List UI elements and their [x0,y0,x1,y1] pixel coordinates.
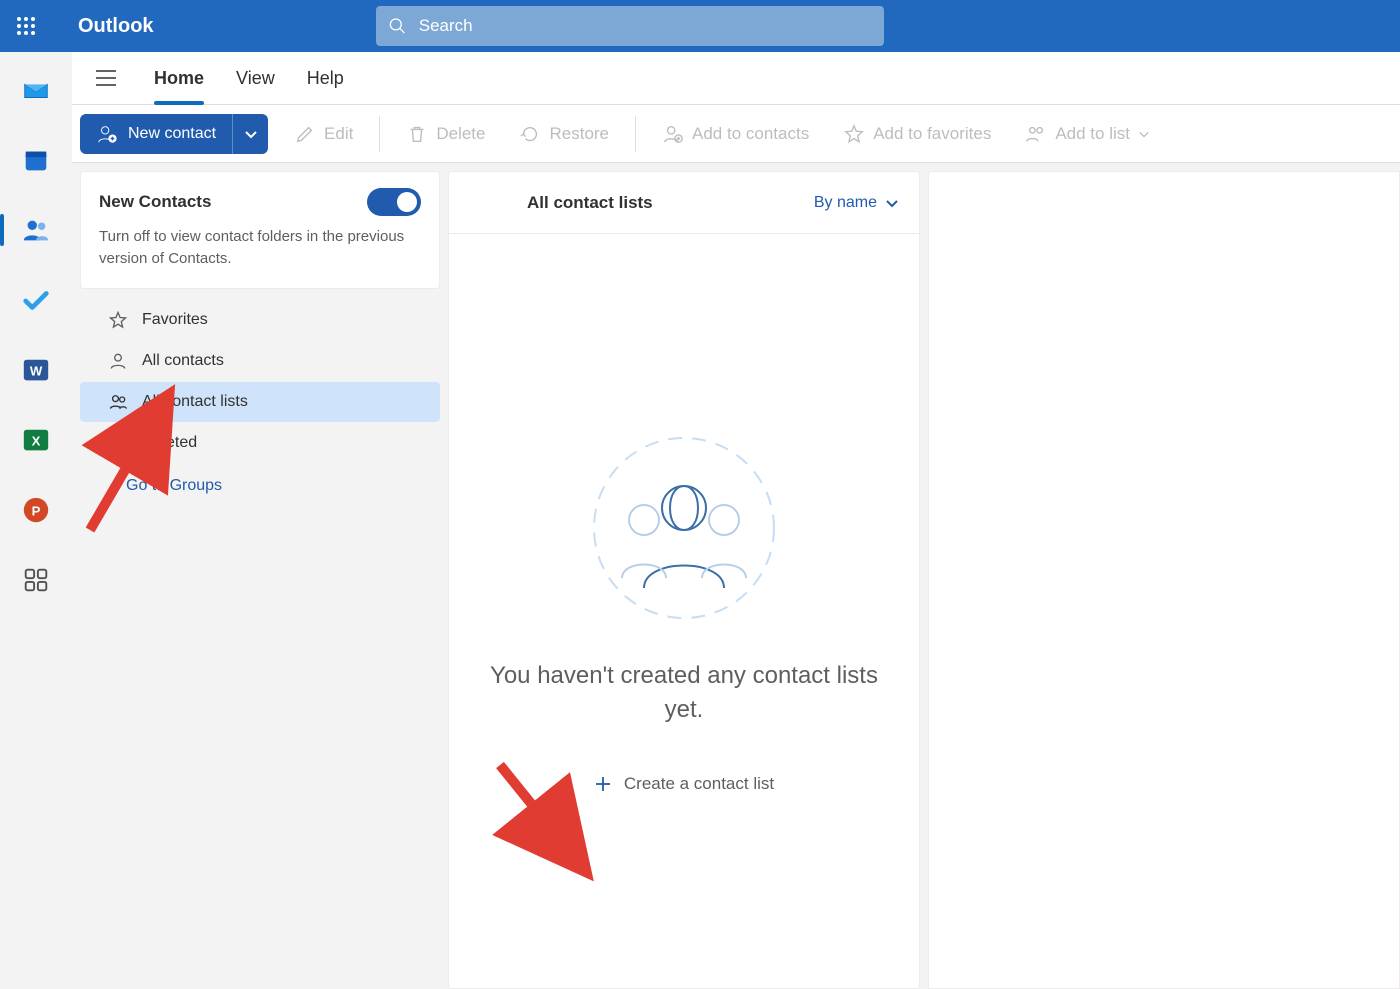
new-contact-dropdown[interactable] [232,114,268,154]
toolbar-separator [635,116,636,152]
chevron-down-icon [885,196,899,210]
app-header: Outlook [0,0,1400,52]
add-to-contacts-button[interactable]: Add to contacts [654,117,817,151]
toolbar-separator [379,116,380,152]
hamburger-icon [95,69,117,87]
nav-label: Favorites [142,311,208,329]
rail-people[interactable] [16,210,56,250]
plus-icon [594,775,612,793]
go-to-groups-link[interactable]: Go to Groups [80,469,440,495]
people-add-icon [1025,123,1047,145]
new-contacts-description: Turn off to view contact folders in the … [99,226,421,270]
panels-row: New Contacts Turn off to view contact fo… [72,163,1400,989]
rail-word[interactable]: W [16,350,56,390]
new-contact-split-button: New contact [80,114,268,154]
app-rail: W X P [0,52,72,989]
add-to-list-button[interactable]: Add to list [1017,117,1158,151]
people-icon [108,392,128,412]
person-icon [108,351,128,371]
tab-home[interactable]: Home [154,62,204,95]
mail-icon [21,75,51,105]
add-to-favorites-button[interactable]: Add to favorites [835,117,999,151]
edit-button[interactable]: Edit [286,117,361,151]
search-input[interactable] [419,16,872,36]
list-header: All contact lists By name [449,172,919,234]
app-title: Outlook [78,15,154,38]
svg-text:X: X [32,434,41,449]
contact-list-panel: All contact lists By name [448,171,920,989]
star-icon [108,310,128,330]
todo-icon [21,285,51,315]
restore-icon [519,123,541,145]
nav-label: Deleted [142,434,197,452]
excel-icon: X [21,425,51,455]
rail-excel[interactable]: X [16,420,56,460]
search-icon [388,16,407,36]
menubar: Home View Help [72,52,1400,105]
word-icon: W [21,355,51,385]
delete-button[interactable]: Delete [398,117,493,151]
rail-mail[interactable] [16,70,56,110]
new-contact-label: New contact [128,125,216,143]
detail-panel [928,171,1400,989]
folder-list: Favorites All contacts All contact lists… [80,299,440,495]
nav-all-contact-lists[interactable]: All contact lists [80,382,440,422]
content-area: Home View Help New contact Edit [72,52,1400,989]
create-contact-list-button[interactable]: Create a contact list [594,774,774,794]
new-contacts-title: New Contacts [99,192,211,212]
nav-toggle-button[interactable] [90,62,122,94]
nav-all-contacts[interactable]: All contacts [80,341,440,381]
star-icon [843,123,865,145]
person-add-icon [96,123,118,145]
nav-label: All contact lists [142,393,248,411]
chevron-down-icon [244,127,258,141]
search-box[interactable] [376,6,884,46]
main-shell: W X P Home View Help New contact [0,52,1400,989]
restore-button[interactable]: Restore [511,117,617,151]
nav-deleted[interactable]: Deleted [80,423,440,463]
list-title: All contact lists [527,193,653,213]
trash-icon [406,123,428,145]
svg-text:W: W [30,364,43,379]
calendar-icon [21,145,51,175]
nav-favorites[interactable]: Favorites [80,300,440,340]
tab-view[interactable]: View [236,62,275,95]
empty-state: You haven't created any contact lists ye… [449,234,919,988]
rail-more-apps[interactable] [16,560,56,600]
more-apps-icon [21,565,51,595]
trash-icon [108,433,128,453]
app-launcher-button[interactable] [0,0,52,52]
sort-dropdown[interactable]: By name [814,194,899,212]
toolbar: New contact Edit Delete Restore [72,105,1400,163]
empty-illustration [584,428,784,631]
chevron-down-icon [1138,128,1150,140]
new-contacts-card: New Contacts Turn off to view contact fo… [80,171,440,289]
nav-label: All contacts [142,352,224,370]
tab-help[interactable]: Help [307,62,344,95]
new-contacts-toggle[interactable] [367,188,421,216]
waffle-icon [17,17,35,35]
rail-calendar[interactable] [16,140,56,180]
folder-nav-panel: New Contacts Turn off to view contact fo… [80,171,440,989]
create-contact-list-label: Create a contact list [624,774,774,794]
powerpoint-icon: P [21,495,51,525]
edit-icon [294,123,316,145]
svg-text:P: P [32,504,41,519]
sort-label: By name [814,194,877,212]
person-add-icon [662,123,684,145]
rail-powerpoint[interactable]: P [16,490,56,530]
people-icon [21,215,51,245]
rail-todo[interactable] [16,280,56,320]
new-contact-button[interactable]: New contact [80,114,232,154]
empty-headline: You haven't created any contact lists ye… [479,659,889,726]
